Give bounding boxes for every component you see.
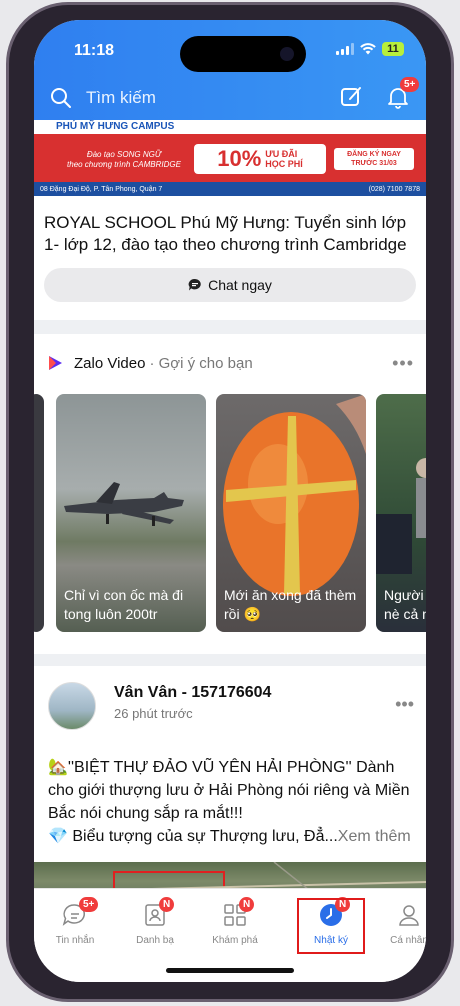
ad-offer: ƯU ĐÃI HỌC PHÍ — [265, 149, 303, 169]
battery-indicator: 11 — [382, 42, 404, 56]
post-time: 26 phút trước — [114, 706, 193, 721]
search-row[interactable]: Tìm kiếm 5+ — [50, 77, 420, 114]
video-card[interactable]: Chỉ vì con ốc mà đi tong luôn 200tr — [56, 394, 206, 632]
wifi-icon — [360, 43, 376, 55]
tab-discover[interactable]: N Khám phá — [200, 897, 270, 946]
post-author[interactable]: Vân Vân - 157176604 — [114, 684, 271, 702]
camera-icon — [280, 47, 294, 61]
ad-banner[interactable]: PHÚ MỸ HƯNG CAMPUS Đào tạo SONG NGỮ theo… — [34, 120, 426, 196]
ad-small-text-2: theo chương trình CAMBRIDGE — [67, 160, 181, 169]
post-text-2: 💎 Biểu tượng của sự Thượng lưu, Đẳ...Xem… — [48, 825, 414, 848]
avatar[interactable] — [48, 682, 96, 730]
active-tab-highlight — [297, 898, 365, 954]
ad-address: 08 Đặng Đại Độ, P. Tân Phong, Quận 7 — [40, 185, 163, 193]
zalo-video-header: Zalo Video · Gợi ý cho bạn ••• — [46, 350, 414, 376]
section-divider — [34, 320, 426, 334]
zalo-video-title: Zalo Video — [74, 354, 146, 372]
tab-messages[interactable]: 5+ Tin nhắn — [40, 897, 110, 946]
notifications-button[interactable]: 5+ — [386, 77, 420, 111]
chat-now-label: Chat ngay — [208, 277, 272, 293]
tab-profile-label: Cá nhân — [390, 935, 426, 946]
tab-contacts-badge: N — [159, 897, 175, 912]
person-icon — [395, 901, 423, 929]
top-bar: 11:18 11 Tìm kiếm 5+ — [34, 20, 426, 120]
ad-register-1: ĐĂNG KÝ NGAY — [347, 151, 401, 158]
compose-icon — [341, 87, 361, 106]
ad-register-box: ĐĂNG KÝ NGAY TRƯỚC 31/03 — [334, 148, 414, 170]
ad-offer-2: HỌC PHÍ — [265, 159, 303, 169]
post-text-2-body: 💎 Biểu tượng của sự Thượng lưu, Đẳ... — [48, 828, 338, 845]
dynamic-island — [180, 36, 306, 72]
video-carousel[interactable]: Chỉ vì con ốc mà đi tong luôn 200tr Mới … — [34, 394, 426, 632]
section-divider — [34, 654, 426, 666]
ad-banner-top: PHÚ MỸ HƯNG CAMPUS — [34, 120, 426, 134]
video-card-partial[interactable] — [34, 394, 44, 632]
grid-icon: N — [221, 897, 255, 929]
post-header: Vân Vân - 157176604 26 phút trước ••• — [48, 682, 414, 732]
tab-profile[interactable]: Cá nhân — [374, 901, 426, 946]
notifications-badge: 5+ — [400, 77, 420, 92]
ad-campus-label: PHÚ MỸ HƯNG CAMPUS — [56, 121, 175, 132]
tab-messages-label: Tin nhắn — [55, 935, 95, 946]
phone-screen: 11:18 11 Tìm kiếm 5+ PHÚ MỸ HƯNG CAMPUS … — [34, 20, 426, 982]
zalo-video-subtitle: · Gợi ý cho bạn — [149, 354, 253, 372]
ad-discount: 10% ƯU ĐÃI HỌC PHÍ — [194, 144, 326, 174]
video-card[interactable]: Mới ăn xong đã thèm rồi 🥺 — [216, 394, 366, 632]
chat-now-button[interactable]: Chat ngay — [44, 268, 416, 302]
tab-contacts-label: Danh bạ — [136, 935, 174, 946]
search-placeholder[interactable]: Tìm kiếm — [86, 88, 320, 108]
video-card[interactable]: Người đẹp xe nè cả n — [376, 394, 426, 632]
ad-percent: 10% — [217, 146, 262, 171]
chat-bubble-icon — [188, 278, 201, 291]
post-text-1: 🏡''BIỆT THỰ ĐẢO VŨ YÊN HẢI PHÒNG'' Dành … — [48, 759, 410, 822]
tab-discover-badge: N — [239, 897, 255, 912]
status-time: 11:18 — [74, 42, 115, 59]
video-caption: Chỉ vì con ốc mà đi tong luôn 200tr — [64, 587, 184, 622]
zalo-video-logo-icon — [49, 356, 62, 370]
search-icon[interactable] — [50, 87, 72, 109]
tab-contacts[interactable]: N Danh bạ — [120, 897, 190, 946]
status-icons: 11 — [336, 42, 404, 56]
ad-register-2: TRƯỚC 31/03 — [351, 160, 397, 167]
video-caption: Mới ăn xong đã thèm rồi 🥺 — [224, 587, 357, 622]
compose-button[interactable] — [340, 85, 366, 111]
tab-discover-label: Khám phá — [212, 935, 258, 946]
contacts-icon: N — [141, 897, 175, 929]
tab-messages-badge: 5+ — [79, 897, 99, 912]
ad-small-text-1: Đào tạo SONG NGỮ — [86, 150, 162, 159]
ad-phone: (028) 7100 7878 — [368, 185, 420, 193]
chat-icon: 5+ — [61, 897, 99, 929]
home-indicator[interactable] — [166, 968, 294, 973]
signal-icon — [336, 43, 354, 55]
ad-offer-1: ƯU ĐÃI — [265, 149, 298, 159]
ad-small-text: Đào tạo SONG NGỮ theo chương trình CAMBR… — [58, 150, 190, 170]
ad-footer: 08 Đặng Đại Độ, P. Tân Phong, Quận 7 (02… — [34, 182, 426, 196]
see-more-link[interactable]: Xem thêm — [338, 828, 411, 845]
video-caption: Người đẹp xe nè cả n — [384, 587, 426, 622]
ad-title[interactable]: ROYAL SCHOOL Phú Mỹ Hưng: Tuyển sinh lớp… — [44, 212, 416, 256]
post-more-icon[interactable]: ••• — [395, 694, 414, 715]
post-body[interactable]: 🏡''BIỆT THỰ ĐẢO VŨ YÊN HẢI PHÒNG'' Dành … — [48, 756, 414, 848]
zalo-video-more-icon[interactable]: ••• — [392, 353, 414, 374]
